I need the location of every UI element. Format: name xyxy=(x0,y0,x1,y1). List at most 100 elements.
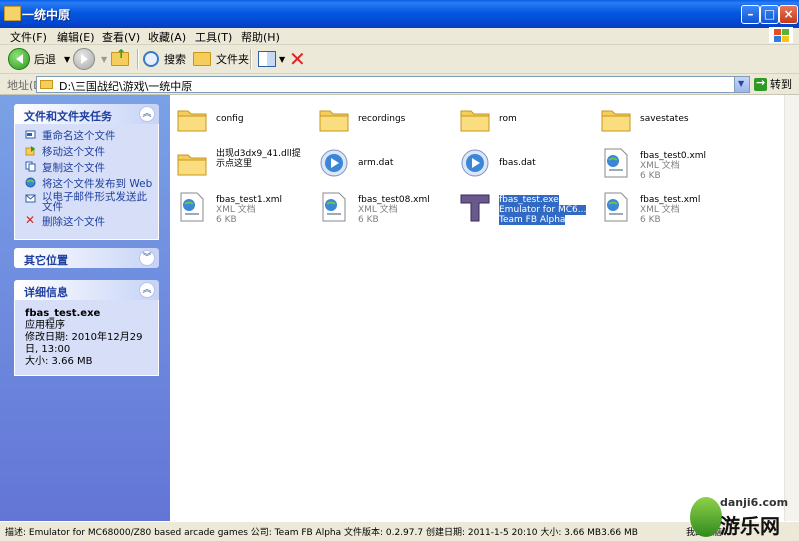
file-name: fbas_test1.xml xyxy=(216,195,283,205)
go-button[interactable]: → 转到 xyxy=(754,76,792,92)
file-name: fbas.dat xyxy=(499,158,536,168)
menu-tools[interactable]: 工具(T) xyxy=(195,29,232,45)
file-item[interactable]: fbas_test08.xml XML 文档 6 KB xyxy=(318,191,453,231)
menu-bar: 文件(F) 编辑(E) 查看(V) 收藏(A) 工具(T) 帮助(H) xyxy=(0,27,799,45)
back-button[interactable]: 后退 ▼ xyxy=(8,48,70,70)
file-item[interactable]: rom xyxy=(459,103,594,143)
address-dropdown-button[interactable]: ▼ xyxy=(734,77,749,92)
file-item[interactable]: fbas.dat xyxy=(459,147,594,187)
file-name: recordings xyxy=(358,114,406,124)
file-item[interactable]: config xyxy=(176,103,311,143)
search-label: 搜索 xyxy=(164,53,186,66)
task-delete[interactable]: ✕ 删除这个文件 xyxy=(15,213,158,229)
folder-icon xyxy=(318,103,350,135)
watermark-brand: 游乐网 xyxy=(720,514,780,538)
xml-document-icon xyxy=(176,191,208,223)
menu-favorites[interactable]: 收藏(A) xyxy=(148,29,186,45)
expand-icon[interactable]: ︾ xyxy=(139,250,155,266)
xml-document-icon xyxy=(600,147,632,179)
file-item[interactable]: 出现d3dx9_41.dll提示点这里 xyxy=(176,147,311,187)
address-bar: 地址(D) D:\三国战纪\游戏\一统中原 ▼ → 转到 xyxy=(0,74,799,95)
back-arrow-icon xyxy=(8,48,30,70)
tasks-panel-header[interactable]: 文件和文件夹任务 ︽ xyxy=(14,104,159,124)
details-panel-header[interactable]: 详细信息 ︽ xyxy=(14,280,159,300)
search-button[interactable]: 搜索 xyxy=(143,48,186,70)
file-item[interactable]: fbas_test.exe Emulator for MC6... Team FB … xyxy=(459,191,594,231)
collapse-icon[interactable]: ︽ xyxy=(139,282,155,298)
globe-icon xyxy=(25,177,36,188)
task-pane: 文件和文件夹任务 ︽ 重命名这个文件 移动这个文件 复制这个文件 将这个文件发布… xyxy=(0,95,170,521)
close-button[interactable]: × xyxy=(779,5,798,24)
folders-icon xyxy=(193,52,211,66)
menu-view[interactable]: 查看(V) xyxy=(102,29,140,45)
file-type: XML 文档 xyxy=(640,161,680,171)
file-item[interactable]: fbas_test0.xml XML 文档 6 KB xyxy=(600,147,735,187)
details-panel-title: 详细信息 xyxy=(24,286,68,299)
search-icon xyxy=(143,51,159,67)
menu-file[interactable]: 文件(F) xyxy=(10,29,47,45)
file-name: savestates xyxy=(640,114,689,124)
file-item[interactable]: recordings xyxy=(318,103,453,143)
file-item[interactable]: savestates xyxy=(600,103,735,143)
vertical-scrollbar[interactable] xyxy=(784,95,799,521)
file-item[interactable]: fbas_test.xml XML 文档 6 KB xyxy=(600,191,735,231)
task-copy[interactable]: 复制这个文件 xyxy=(15,159,158,175)
task-label: 删除这个文件 xyxy=(42,216,105,228)
task-publish-web[interactable]: 将这个文件发布到 Web xyxy=(15,175,158,191)
file-name: 出现d3dx9_41.dll提示点这里 xyxy=(216,149,301,169)
xml-document-icon xyxy=(318,191,350,223)
status-bar: 描述: Emulator for MC68000/Z80 based arcad… xyxy=(0,521,799,541)
file-type: XML 文档 xyxy=(640,205,680,215)
views-button[interactable]: ▼ xyxy=(258,48,285,70)
folders-button[interactable]: 文件夹 xyxy=(193,48,249,70)
watermark-domain: danji6.com xyxy=(720,496,789,509)
delete-icon: ✕ xyxy=(25,213,36,227)
go-label: 转到 xyxy=(770,78,792,91)
folder-icon xyxy=(4,6,21,21)
windows-logo-icon xyxy=(769,27,793,43)
file-item[interactable]: arm.dat xyxy=(318,147,453,187)
title-bar[interactable]: 一统中原 – □ × xyxy=(0,0,799,28)
forward-button[interactable]: ▼ xyxy=(73,48,107,70)
chevron-down-icon[interactable]: ▼ xyxy=(64,55,70,64)
tasks-panel: 文件和文件夹任务 ︽ 重命名这个文件 移动这个文件 复制这个文件 将这个文件发布… xyxy=(14,104,159,240)
chevron-down-icon: ▼ xyxy=(279,54,286,64)
folder-icon xyxy=(600,103,632,135)
file-size: 6 KB xyxy=(640,171,661,181)
rename-icon xyxy=(25,130,36,139)
folder-icon xyxy=(176,103,208,135)
move-icon xyxy=(25,146,35,156)
file-name: fbas_test08.xml xyxy=(358,195,430,205)
file-list-view[interactable]: config recordings rom savestates 出现d3dx9_41.… xyxy=(170,95,784,521)
address-path: D:\三国战纪\游戏\一统中原 xyxy=(59,80,193,93)
delete-icon[interactable]: ✕ xyxy=(289,47,306,71)
file-size: 6 KB xyxy=(640,215,661,225)
other-places-title: 其它位置 xyxy=(24,254,68,267)
collapse-icon[interactable]: ︽ xyxy=(139,106,155,122)
menu-help[interactable]: 帮助(H) xyxy=(241,29,280,45)
task-label: 将这个文件发布到 Web xyxy=(42,178,153,190)
task-email[interactable]: 以电子邮件形式发送此文件 xyxy=(15,191,158,213)
file-type: XML 文档 xyxy=(358,205,398,215)
views-icon xyxy=(258,51,276,67)
details-filename: fbas_test.exe xyxy=(25,308,101,319)
address-input[interactable]: D:\三国战纪\游戏\一统中原 ▼ xyxy=(36,76,750,93)
logo-icon xyxy=(690,497,722,537)
minimize-button[interactable]: – xyxy=(741,5,760,24)
up-folder-button[interactable]: ↑ xyxy=(111,47,129,70)
task-move[interactable]: 移动这个文件 xyxy=(15,143,158,159)
file-name: arm.dat xyxy=(358,158,394,168)
copy-icon xyxy=(25,161,36,172)
status-text: 描述: Emulator for MC68000/Z80 based arcad… xyxy=(5,528,638,538)
menu-edit[interactable]: 编辑(E) xyxy=(57,29,95,45)
file-item[interactable]: fbas_test1.xml XML 文档 6 KB xyxy=(176,191,311,231)
file-name: fbas_test0.xml xyxy=(640,151,707,161)
file-name: fbas_test.exe xyxy=(499,195,559,205)
chevron-down-icon[interactable]: ▼ xyxy=(101,55,107,64)
maximize-button[interactable]: □ xyxy=(760,5,779,24)
folder-icon xyxy=(40,80,53,89)
task-rename[interactable]: 重命名这个文件 xyxy=(15,127,158,143)
file-size: Team FB Alpha xyxy=(499,215,566,225)
xml-document-icon xyxy=(600,191,632,223)
other-places-header[interactable]: 其它位置 ︾ xyxy=(14,248,159,268)
